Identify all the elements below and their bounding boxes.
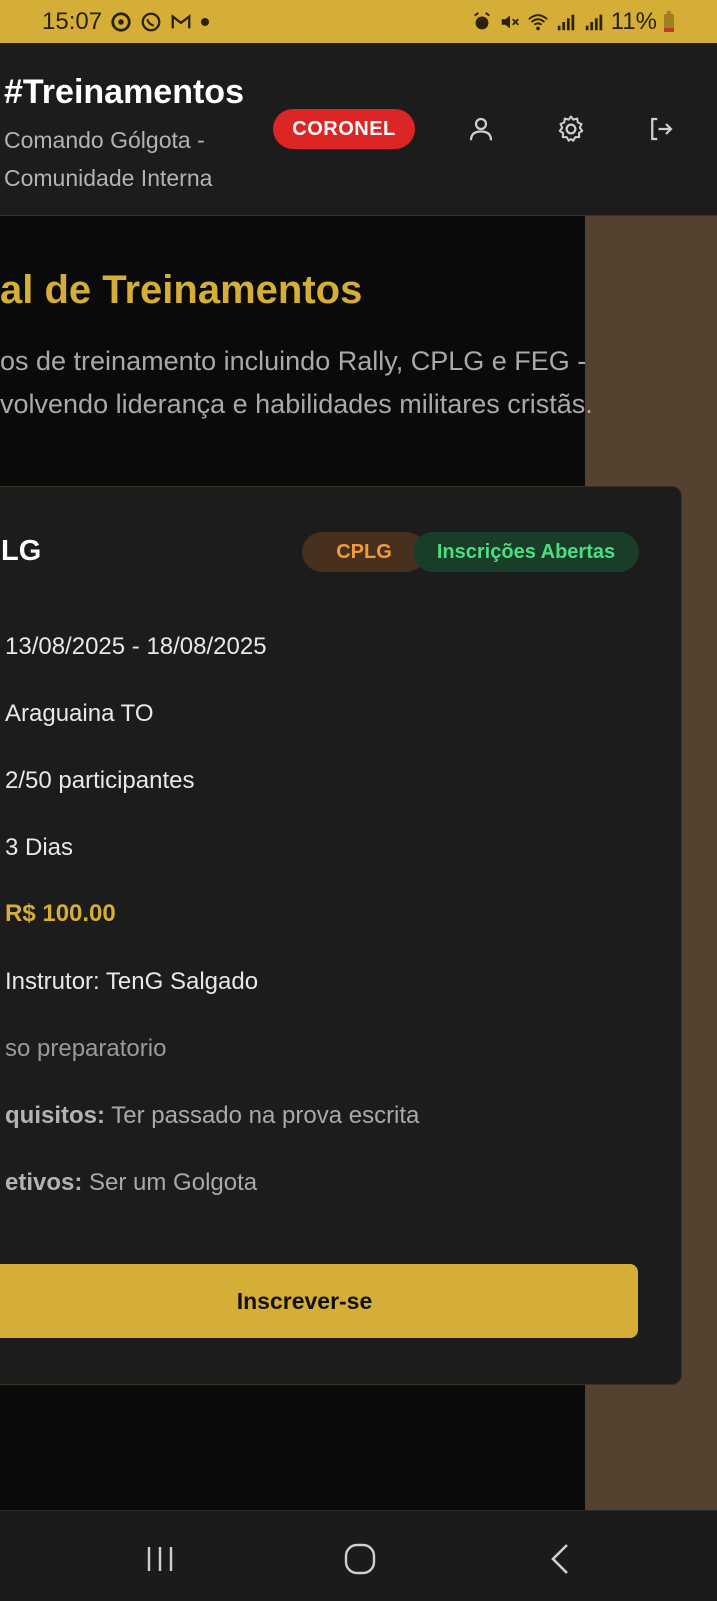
enrollment-status-tag: Inscrições Abertas [413,532,639,572]
whatsapp-icon [141,12,161,32]
gmail-icon [171,14,191,29]
rank-badge: CORONEL [273,109,415,149]
training-objectives: etivos: Ser um Golgota [5,1169,257,1197]
enroll-button[interactable]: Inscrever-se [0,1264,638,1338]
training-duration: 3 Dias [5,834,74,861]
training-title: LG [1,535,42,567]
training-description: so preparatorio [5,1035,167,1062]
training-requirements: quisitos: Ter passado na prova escrita [5,1102,419,1130]
battery-percent: 11% [610,8,657,35]
training-dates: 13/08/2025 - 18/08/2025 [5,633,267,660]
training-card: LG CPLG Inscrições Abertas 13/08/2025 - … [0,486,682,1385]
dot-icon [201,18,210,26]
mute-icon [501,15,519,29]
training-type-tag: CPLG [302,532,426,572]
status-time: 15:07 [42,8,103,35]
status-left: 15:07 [42,8,210,36]
battery-icon [664,11,674,32]
app-subtitle: Comando Gólgota - Comunidade Interna [4,127,213,191]
recent-apps-icon[interactable] [140,1539,180,1579]
page-description-line: os de treinamento incluindo Rally, CPLG … [0,346,587,376]
objectives-label: etivos: [5,1169,83,1196]
user-icon[interactable] [466,114,496,144]
requirements-value: Ter passado na prova escrita [105,1102,420,1129]
app-title: #Treinamentos [4,73,244,111]
training-location: Araguaina TO [5,700,154,727]
page-description: os de treinamento incluindo Rally, CPLG … [0,340,660,426]
app-header: #Treinamentos Comando Gólgota - Comunida… [0,43,717,216]
objectives-value: Ser um Golgota [82,1169,258,1196]
home-icon[interactable] [340,1539,380,1579]
training-instructor: Instrutor: TenG Salgado [5,968,259,995]
alarm-icon [473,12,490,30]
page-description-line: volvendo liderança e habilidades militar… [0,389,593,419]
status-bar: 15:07 11% [0,0,717,43]
chrome-icon [111,12,131,32]
signal-icon [557,14,574,31]
back-icon[interactable] [541,1539,581,1579]
signal-icon [585,14,602,31]
wifi-icon [527,14,548,31]
requirements-label: quisitos: [5,1102,105,1129]
system-nav-bar [0,1510,717,1601]
page-title: al de Treinamentos [0,268,363,312]
training-participants: 2/50 participantes [5,767,195,794]
gear-icon[interactable] [556,114,586,144]
logout-icon[interactable] [646,114,676,144]
training-price: R$ 100.00 [5,900,116,927]
status-right: 11% [471,8,675,36]
